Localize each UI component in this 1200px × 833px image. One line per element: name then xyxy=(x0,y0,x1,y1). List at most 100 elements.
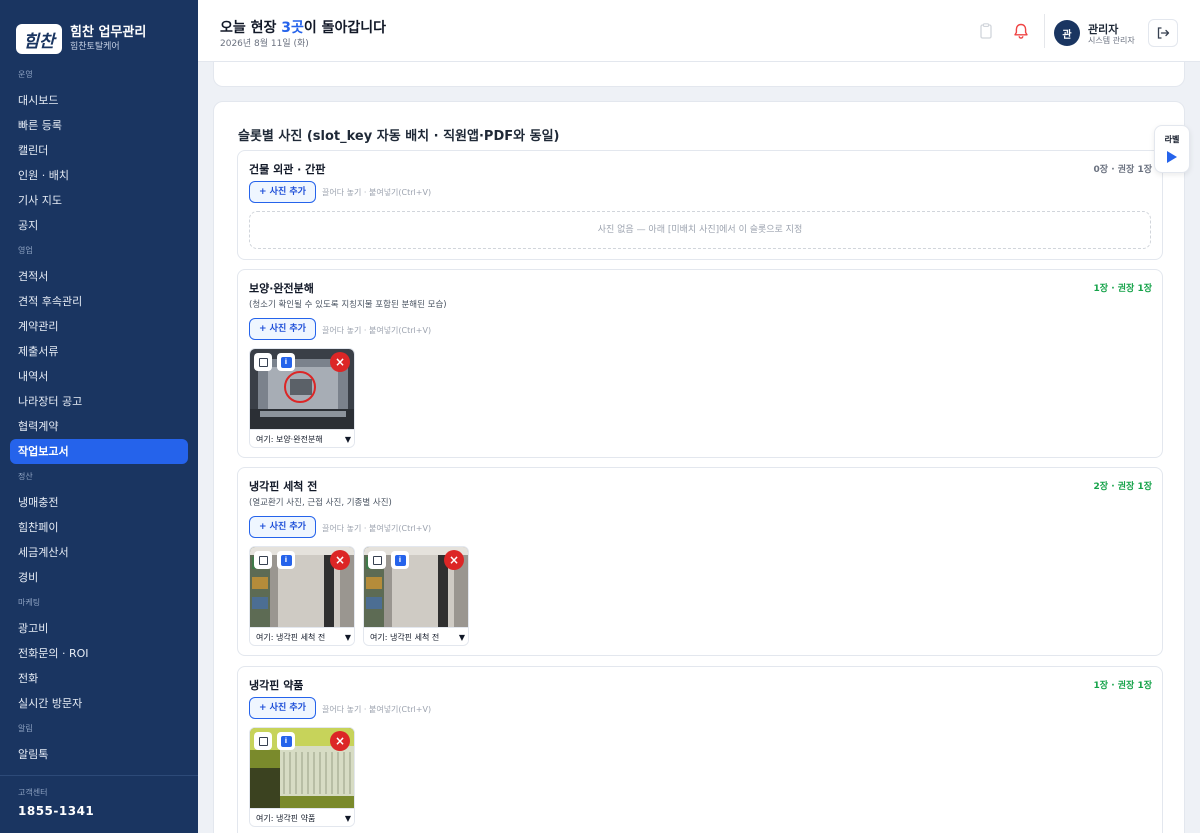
select-checkbox[interactable] xyxy=(254,551,272,569)
sidebar: 힘찬 힘찬 업무관리 힘찬토탈케어 운영대시보드 빠른 등록 캘린더 인원 · 배치 기… xyxy=(0,0,198,833)
slot-select[interactable]: 여기: 냉각핀 세척 전 ▼ xyxy=(250,627,354,645)
sidebar-item[interactable]: 세금계산서 xyxy=(0,540,188,565)
sidebar-item[interactable]: 견적서 xyxy=(0,264,188,289)
logout-button[interactable] xyxy=(1148,19,1178,47)
photo-thumb[interactable]: i × 여기: 냉각핀 세척 전 ▼ xyxy=(363,546,469,646)
slot-building-exterior: 건물 외관 · 간판 0장 · 권장 1장 + 사진 추가 끌어다 놓기 · 붙… xyxy=(237,150,1163,260)
nav-section-label: 알림 xyxy=(18,724,33,733)
brand-logo: 힘찬 xyxy=(16,24,62,54)
add-photo-button[interactable]: + 사진 추가 xyxy=(249,697,316,719)
site-count: 3곳 xyxy=(281,20,304,36)
sidebar-item[interactable]: 계약관리 xyxy=(0,314,188,339)
bell-icon[interactable] xyxy=(1012,22,1030,40)
delete-photo-button[interactable]: × xyxy=(330,731,350,751)
sidebar-item[interactable]: 내역서 xyxy=(0,364,188,389)
sidebar-item[interactable]: 전화 xyxy=(0,666,188,691)
slot-name: 냉각핀 세척 전 xyxy=(249,480,318,493)
select-checkbox[interactable] xyxy=(254,732,272,750)
brand[interactable]: 힘찬 힘찬 업무관리 힘찬토탈케어 xyxy=(0,0,198,62)
sidebar-item[interactable]: 전화문의 · ROI xyxy=(0,641,188,666)
chevron-down-icon: ▼ xyxy=(458,633,465,642)
sidebar-item[interactable]: 알림톡 xyxy=(0,742,188,767)
customer-center-label: 고객센터 xyxy=(18,788,48,797)
slot-name: 건물 외관 · 간판 xyxy=(249,163,326,176)
sidebar-item[interactable]: 대시보드 xyxy=(0,88,188,113)
slot-count: 1장 · 권장 1장 xyxy=(1093,284,1152,294)
header-divider xyxy=(1044,14,1045,48)
avatar[interactable]: 관 xyxy=(1054,20,1080,46)
photo-thumb[interactable]: i × 여기: 냉각핀 세척 전 ▼ xyxy=(249,546,355,646)
nav-section-label: 마케팅 xyxy=(18,598,41,607)
drop-hint: 끌어다 놓기 · 붙여넣기(Ctrl+V) xyxy=(322,188,432,197)
logout-icon xyxy=(1157,27,1170,39)
nav-section-label: 정산 xyxy=(18,472,33,481)
drop-hint: 끌어다 놓기 · 붙여넣기(Ctrl+V) xyxy=(322,524,432,533)
info-icon[interactable]: i xyxy=(277,353,295,371)
slot-description: (열교환기 사진, 근접 사진, 기종별 사진) xyxy=(249,498,392,508)
slot-name: 냉각핀 약품 xyxy=(249,679,304,692)
brand-title: 힘찬 업무관리 xyxy=(70,25,147,40)
label-toggle-text: 라벨 xyxy=(1164,135,1180,144)
sidebar-item[interactable]: 나라장터 공고 xyxy=(0,389,188,414)
brand-subtitle: 힘찬토탈케어 xyxy=(70,42,120,52)
photo-thumb[interactable]: i × 여기: 보양·완전분해 ▼ xyxy=(249,348,355,448)
sidebar-item[interactable]: 협력계약 xyxy=(0,414,188,439)
sidebar-item[interactable]: 캘린더 xyxy=(0,138,188,163)
delete-photo-button[interactable]: × xyxy=(330,550,350,570)
chevron-down-icon: ▼ xyxy=(344,814,351,823)
drop-hint: 끌어다 놓기 · 붙여넣기(Ctrl+V) xyxy=(322,705,432,714)
delete-photo-button[interactable]: × xyxy=(444,550,464,570)
slot-disassembly: 보양·완전분해 1장 · 권장 1장 (청소기 확인될 수 있도록 지칭지물 포… xyxy=(237,269,1163,458)
label-toggle-panel[interactable]: 라벨 xyxy=(1154,125,1190,173)
play-icon[interactable] xyxy=(1167,151,1177,163)
select-checkbox[interactable] xyxy=(254,353,272,371)
slot-photos-panel: 슬롯별 사진 (slot_key 자동 배치 · 직원앱·PDF와 동일) 건물… xyxy=(213,101,1185,833)
sidebar-item[interactable]: 제출서류 xyxy=(0,339,188,364)
slot-count: 1장 · 권장 1장 xyxy=(1093,681,1152,691)
select-checkbox[interactable] xyxy=(368,551,386,569)
sidebar-item[interactable]: 인원 · 배치 xyxy=(0,163,188,188)
header-date: 2026년 8월 11일 (화) xyxy=(220,39,309,49)
sidebar-item[interactable]: 힘찬페이 xyxy=(0,515,188,540)
sidebar-item[interactable]: 경비 xyxy=(0,565,188,590)
user-role: 시스템 관리자 xyxy=(1088,36,1135,45)
sidebar-item[interactable]: 공지 xyxy=(0,213,188,238)
sidebar-item[interactable]: 견적 후속관리 xyxy=(0,289,188,314)
empty-dropzone[interactable]: 사진 없음 — 아래 [미배치 사진]에서 이 슬롯으로 지정 xyxy=(249,211,1151,249)
nav-section-label: 운영 xyxy=(18,70,33,79)
slot-fin-chemical: 냉각핀 약품 1장 · 권장 1장 + 사진 추가 끌어다 놓기 · 붙여넣기(… xyxy=(237,666,1163,833)
info-icon[interactable]: i xyxy=(277,732,295,750)
customer-center-phone[interactable]: 1855-1341 xyxy=(18,804,180,818)
add-photo-button[interactable]: + 사진 추가 xyxy=(249,318,316,340)
previous-card xyxy=(213,62,1185,87)
panel-title: 슬롯별 사진 (slot_key 자동 배치 · 직원앱·PDF와 동일) xyxy=(238,129,560,144)
slot-name: 보양·완전분해 xyxy=(249,282,314,295)
sidebar-item[interactable]: 작업보고서 xyxy=(10,439,188,464)
sidebar-item[interactable]: 빠른 등록 xyxy=(0,113,188,138)
slot-description: (청소기 확인될 수 있도록 지칭지물 포함된 분해된 모습) xyxy=(249,300,447,310)
sidebar-item[interactable]: 광고비 xyxy=(0,616,188,641)
clipboard-icon[interactable] xyxy=(977,22,995,40)
top-header: 오늘 현장 3곳이 돌아갑니다 2026년 8월 11일 (화) 관 관리자 시… xyxy=(198,0,1200,62)
add-photo-button[interactable]: + 사진 추가 xyxy=(249,516,316,538)
photo-thumb[interactable]: i × 여기: 냉각핀 약품 ▼ xyxy=(249,727,355,827)
add-photo-button[interactable]: + 사진 추가 xyxy=(249,181,316,203)
nav-section-label: 영업 xyxy=(18,246,33,255)
info-icon[interactable]: i xyxy=(277,551,295,569)
slot-select[interactable]: 여기: 냉각핀 세척 전 ▼ xyxy=(364,627,468,645)
slot-select[interactable]: 여기: 보양·완전분해 ▼ xyxy=(250,429,354,447)
slot-select[interactable]: 여기: 냉각핀 약품 ▼ xyxy=(250,808,354,826)
slot-count: 0장 · 권장 1장 xyxy=(1093,165,1152,175)
drop-hint: 끌어다 놓기 · 붙여넣기(Ctrl+V) xyxy=(322,326,432,335)
sidebar-nav: 운영대시보드 빠른 등록 캘린더 인원 · 배치 기사 지도 공지영업견적서 견적 후속관리… xyxy=(0,62,198,775)
customer-center: 고객센터 1855-1341 xyxy=(0,775,198,833)
chevron-down-icon: ▼ xyxy=(344,633,351,642)
delete-photo-button[interactable]: × xyxy=(330,352,350,372)
slot-fin-before: 냉각핀 세척 전 2장 · 권장 1장 (열교환기 사진, 근접 사진, 기종별… xyxy=(237,467,1163,656)
slot-count: 2장 · 권장 1장 xyxy=(1093,482,1152,492)
sidebar-item[interactable]: 실시간 방문자 xyxy=(0,691,188,716)
sidebar-item[interactable]: 기사 지도 xyxy=(0,188,188,213)
info-icon[interactable]: i xyxy=(391,551,409,569)
page-title: 오늘 현장 3곳이 돌아갑니다 xyxy=(220,20,387,36)
sidebar-item[interactable]: 냉매충전 xyxy=(0,490,188,515)
